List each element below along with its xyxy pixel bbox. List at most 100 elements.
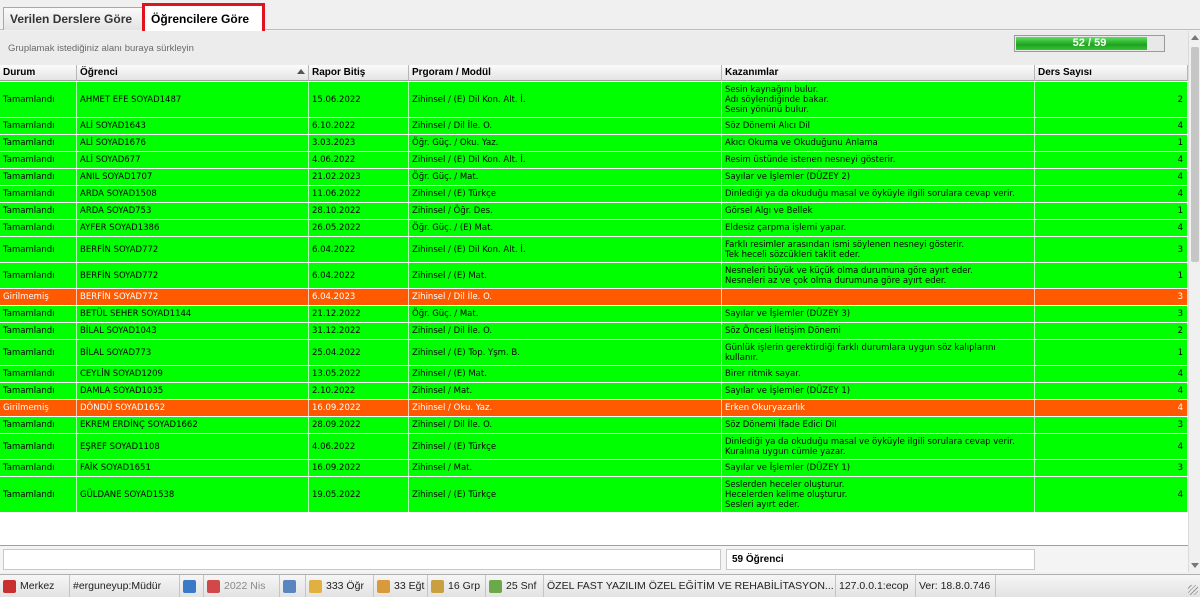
cell-durum[interactable]: Tamamlandı: [0, 383, 77, 399]
scroll-down-icon[interactable]: [1191, 563, 1199, 568]
cell-durum[interactable]: Girilmemiş: [0, 400, 77, 416]
column-header-rapor-bitis[interactable]: Rapor Bitiş: [309, 65, 409, 81]
cell-ders-sayisi[interactable]: 4: [1035, 477, 1188, 512]
cell-ogrenci[interactable]: BETÜL SEHER SOYAD1144: [77, 306, 309, 322]
cell-program[interactable]: Öğr. Güç. / Oku. Yaz.: [409, 135, 722, 151]
cell-durum[interactable]: Tamamlandı: [0, 477, 77, 512]
table-row[interactable]: Tamamlandı ARDA SOYAD753 28.10.2022 Zihinse…: [0, 203, 1188, 220]
cell-kazanimlar[interactable]: Günlük işlerin gerektirdiği farklı durum…: [722, 340, 1035, 365]
cell-durum[interactable]: Tamamlandı: [0, 220, 77, 236]
table-row[interactable]: Tamamlandı AHMET EFE SOYAD1487 15.06.2022 Z…: [0, 82, 1188, 118]
status-user[interactable]: #erguneyup:Müdür: [70, 575, 180, 597]
cell-ders-sayisi[interactable]: 4: [1035, 366, 1188, 382]
cell-ders-sayisi[interactable]: 4: [1035, 434, 1188, 459]
vertical-scrollbar[interactable]: [1188, 31, 1200, 572]
cell-durum[interactable]: Tamamlandı: [0, 460, 77, 476]
cell-durum[interactable]: Tamamlandı: [0, 152, 77, 168]
cell-rapor-bitis[interactable]: 13.05.2022: [309, 366, 409, 382]
cell-ogrenci[interactable]: BERFİN SOYAD772: [77, 237, 309, 262]
table-row[interactable]: Tamamlandı CEYLİN SOYAD1209 13.05.2022 Zihi…: [0, 366, 1188, 383]
cell-program[interactable]: Zihinsel / (E) Top. Yşm. B.: [409, 340, 722, 365]
cell-ogrenci[interactable]: ALİ SOYAD1676: [77, 135, 309, 151]
cell-ogrenci[interactable]: ALİ SOYAD677: [77, 152, 309, 168]
cell-program[interactable]: Zihinsel / (E) Dil Kon. Alt. İ.: [409, 152, 722, 168]
scroll-thumb[interactable]: [1191, 47, 1199, 262]
cell-kazanimlar[interactable]: Sayılar ve İşlemler (DÜZEY 2): [722, 169, 1035, 185]
cell-rapor-bitis[interactable]: 4.06.2022: [309, 434, 409, 459]
cell-rapor-bitis[interactable]: 28.09.2022: [309, 417, 409, 433]
status-classes[interactable]: 25 Snf: [486, 575, 544, 597]
table-row[interactable]: Tamamlandı ALİ SOYAD1643 6.10.2022 Zihinsel…: [0, 118, 1188, 135]
cell-rapor-bitis[interactable]: 15.06.2022: [309, 82, 409, 117]
cell-rapor-bitis[interactable]: 28.10.2022: [309, 203, 409, 219]
cell-ders-sayisi[interactable]: 1: [1035, 340, 1188, 365]
column-header-program[interactable]: Prgoram / Modül: [409, 65, 722, 81]
cell-rapor-bitis[interactable]: 19.05.2022: [309, 477, 409, 512]
cell-kazanimlar[interactable]: Seslerden heceler oluşturur. Hecelerden k…: [722, 477, 1035, 512]
cell-program[interactable]: Zihinsel / (E) Türkçe: [409, 434, 722, 459]
cell-durum[interactable]: Tamamlandı: [0, 366, 77, 382]
cell-durum[interactable]: Tamamlandı: [0, 203, 77, 219]
cell-program[interactable]: Zihinsel / Öğr. Des.: [409, 203, 722, 219]
table-row[interactable]: Tamamlandı BİLAL SOYAD1043 31.12.2022 Zihin…: [0, 323, 1188, 340]
cell-ders-sayisi[interactable]: 1: [1035, 263, 1188, 288]
cell-ders-sayisi[interactable]: 4: [1035, 220, 1188, 236]
cell-ogrenci[interactable]: BİLAL SOYAD1043: [77, 323, 309, 339]
cell-kazanimlar[interactable]: Sayılar ve İşlemler (DÜZEY 1): [722, 383, 1035, 399]
cell-durum[interactable]: Tamamlandı: [0, 118, 77, 134]
cell-durum[interactable]: Tamamlandı: [0, 237, 77, 262]
cell-ogrenci[interactable]: DÖNDÜ SOYAD1652: [77, 400, 309, 416]
cell-durum[interactable]: Tamamlandı: [0, 340, 77, 365]
cell-rapor-bitis[interactable]: 6.04.2023: [309, 289, 409, 305]
cell-kazanimlar[interactable]: Resim üstünde istenen nesneyi gösterir.: [722, 152, 1035, 168]
cell-rapor-bitis[interactable]: 31.12.2022: [309, 323, 409, 339]
cell-ders-sayisi[interactable]: 4: [1035, 152, 1188, 168]
cell-ders-sayisi[interactable]: 3: [1035, 289, 1188, 305]
tab-by-lessons[interactable]: Verilen Derslere Göre: [3, 7, 148, 30]
table-row[interactable]: Girilmemiş BERFİN SOYAD772 6.04.2023 Zihins…: [0, 289, 1188, 306]
cell-ogrenci[interactable]: BİLAL SOYAD773: [77, 340, 309, 365]
cell-rapor-bitis[interactable]: 21.02.2023: [309, 169, 409, 185]
column-header-ders-sayisi[interactable]: Ders Sayısı: [1035, 65, 1188, 81]
cell-program[interactable]: Zihinsel / Oku. Yaz.: [409, 400, 722, 416]
cell-rapor-bitis[interactable]: 4.06.2022: [309, 152, 409, 168]
cell-kazanimlar[interactable]: Birer ritmik sayar.: [722, 366, 1035, 382]
cell-ders-sayisi[interactable]: 2: [1035, 323, 1188, 339]
cell-ogrenci[interactable]: ANIL SOYAD1707: [77, 169, 309, 185]
cell-durum[interactable]: Tamamlandı: [0, 434, 77, 459]
cell-rapor-bitis[interactable]: 2.10.2022: [309, 383, 409, 399]
cell-program[interactable]: Zihinsel / Dil İle. O.: [409, 118, 722, 134]
cell-rapor-bitis[interactable]: 6.04.2022: [309, 237, 409, 262]
cell-ders-sayisi[interactable]: 3: [1035, 306, 1188, 322]
table-row[interactable]: Tamamlandı BETÜL SEHER SOYAD1144 21.12.202…: [0, 306, 1188, 323]
cell-ogrenci[interactable]: ARDA SOYAD1508: [77, 186, 309, 202]
cell-ders-sayisi[interactable]: 4: [1035, 383, 1188, 399]
table-row[interactable]: Tamamlandı AYFER SOYAD1386 26.05.2022 Öğr. …: [0, 220, 1188, 237]
cell-durum[interactable]: Tamamlandı: [0, 135, 77, 151]
cell-rapor-bitis[interactable]: 6.10.2022: [309, 118, 409, 134]
cell-rapor-bitis[interactable]: 16.09.2022: [309, 400, 409, 416]
cell-ders-sayisi[interactable]: 1: [1035, 203, 1188, 219]
scroll-up-icon[interactable]: [1191, 35, 1199, 40]
cell-ogrenci[interactable]: ALİ SOYAD1643: [77, 118, 309, 134]
cell-ders-sayisi[interactable]: 4: [1035, 400, 1188, 416]
cell-ogrenci[interactable]: DAMLA SOYAD1035: [77, 383, 309, 399]
cell-kazanimlar[interactable]: Akıcı Okuma ve Okuduğunu Anlama: [722, 135, 1035, 151]
cell-durum[interactable]: Tamamlandı: [0, 82, 77, 117]
cell-program[interactable]: Zihinsel / (E) Türkçe: [409, 186, 722, 202]
cell-ogrenci[interactable]: CEYLİN SOYAD1209: [77, 366, 309, 382]
cell-ders-sayisi[interactable]: 2: [1035, 82, 1188, 117]
cell-rapor-bitis[interactable]: 11.06.2022: [309, 186, 409, 202]
cell-program[interactable]: Zihinsel / Mat.: [409, 460, 722, 476]
cell-ders-sayisi[interactable]: 4: [1035, 186, 1188, 202]
table-row[interactable]: Tamamlandı BİLAL SOYAD773 25.04.2022 Zihins…: [0, 340, 1188, 366]
cell-durum[interactable]: Tamamlandı: [0, 169, 77, 185]
cell-kazanimlar[interactable]: Söz Dönemi İfade Edici Dil: [722, 417, 1035, 433]
cell-ogrenci[interactable]: FAİK SOYAD1651: [77, 460, 309, 476]
table-row[interactable]: Tamamlandı FAİK SOYAD1651 16.09.2022 Zihins…: [0, 460, 1188, 477]
cell-ogrenci[interactable]: AHMET EFE SOYAD1487: [77, 82, 309, 117]
cell-durum[interactable]: Tamamlandı: [0, 263, 77, 288]
resize-grip-icon[interactable]: [1188, 585, 1198, 595]
cell-kazanimlar[interactable]: [722, 289, 1035, 305]
cell-ogrenci[interactable]: ARDA SOYAD753: [77, 203, 309, 219]
